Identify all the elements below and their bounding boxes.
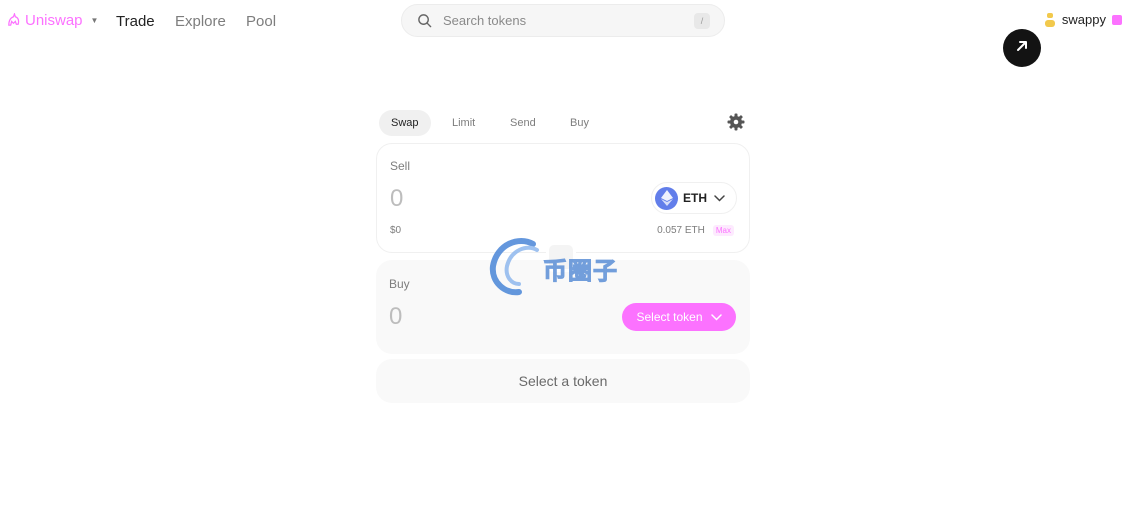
max-button[interactable]: Max	[712, 225, 734, 236]
brand-name: Uniswap	[25, 12, 83, 29]
sell-token-symbol: ETH	[683, 191, 707, 205]
search-input[interactable]: Search tokens /	[401, 4, 725, 37]
caret-down-icon: ▼	[90, 16, 99, 25]
select-token-label: Select token	[636, 310, 703, 324]
sell-balance-row: 0.057 ETH Max	[657, 225, 734, 236]
tab-buy[interactable]: Buy	[558, 110, 601, 136]
sell-token-selector[interactable]: ETH	[651, 182, 737, 214]
watermark-logo: 币圈子	[489, 236, 639, 296]
account-badge	[1112, 14, 1122, 25]
chevron-down-icon	[714, 194, 725, 202]
uniswap-unicorn-icon	[6, 13, 21, 28]
settings-gear-icon[interactable]	[727, 113, 745, 136]
nav-explore[interactable]: Explore	[175, 13, 226, 30]
sell-label: Sell	[390, 159, 411, 173]
nav-trade[interactable]: Trade	[116, 13, 155, 30]
tab-swap[interactable]: Swap	[379, 110, 431, 136]
search-shortcut-key: /	[694, 12, 710, 29]
sell-fiat-value: $0	[390, 225, 402, 236]
tab-limit[interactable]: Limit	[440, 110, 487, 136]
select-token-button[interactable]: Select token	[622, 303, 736, 331]
select-a-token-button[interactable]: Select a token	[376, 359, 750, 403]
watermark-text: 币圈子	[543, 257, 618, 286]
account-name: swappy	[1061, 12, 1106, 27]
tab-send[interactable]: Send	[498, 110, 548, 136]
nav-pool[interactable]: Pool	[246, 13, 276, 30]
buy-label: Buy	[389, 277, 410, 291]
eth-icon	[655, 186, 678, 210]
swap-tabs: Swap Limit Send Buy	[379, 110, 749, 138]
top-nav: Uniswap ▼ Trade Explore Pool Search toke…	[0, 0, 1130, 44]
chevron-down-icon	[710, 310, 722, 324]
search-placeholder: Search tokens	[443, 13, 527, 28]
sell-balance: 0.057 ETH	[657, 225, 705, 236]
brand-menu[interactable]: Uniswap ▼	[6, 12, 98, 29]
buy-amount-input[interactable]: 0	[389, 303, 402, 331]
arrow-up-right-icon	[1015, 39, 1029, 58]
open-external-button[interactable]	[1003, 29, 1041, 67]
sell-amount-input[interactable]: 0	[390, 185, 403, 213]
search-icon	[417, 13, 432, 28]
account-button[interactable]: swappy	[1044, 12, 1122, 27]
avatar-icon	[1044, 12, 1056, 27]
